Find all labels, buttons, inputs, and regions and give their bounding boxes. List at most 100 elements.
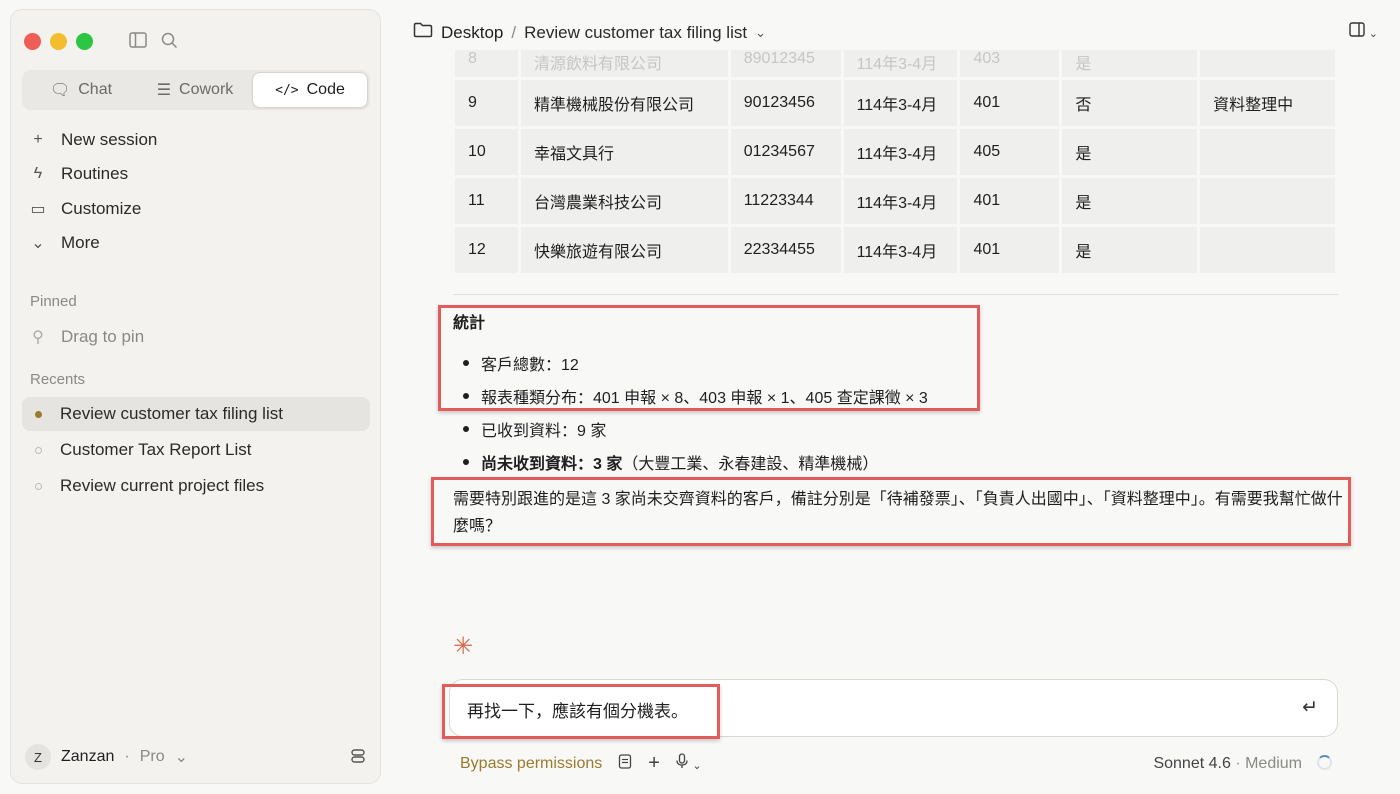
chevron-down-icon: ⌄ bbox=[31, 235, 45, 252]
tab-chat[interactable]: 🗨 Chat bbox=[24, 72, 138, 108]
table-row: 9 精準機械股份有限公司 90123456 114年3-4月 401 否 資料整… bbox=[455, 80, 1336, 126]
routines-button[interactable]: ϟ Routines bbox=[29, 164, 128, 184]
highlight-box bbox=[442, 684, 720, 739]
minimize-window-button[interactable] bbox=[50, 33, 67, 50]
chevron-down-icon: ⌄ bbox=[1368, 28, 1378, 40]
table-cell: 22334455 bbox=[730, 227, 841, 273]
breadcrumb-folder[interactable]: Desktop bbox=[441, 23, 503, 43]
recent-item[interactable]: Review customer tax filing list bbox=[22, 397, 370, 431]
table-cell: 幸福文具行 bbox=[520, 129, 728, 175]
table-cell: 403 bbox=[960, 50, 1060, 77]
model-selector[interactable]: Sonnet 4.6 · Medium bbox=[1153, 755, 1302, 773]
tab-chat-label: Chat bbox=[78, 81, 113, 98]
page-title[interactable]: Review customer tax filing list bbox=[524, 23, 747, 43]
session-dot-icon bbox=[35, 446, 42, 454]
pinned-heading: Pinned bbox=[30, 293, 77, 310]
table-cell: 405 bbox=[960, 129, 1060, 175]
session-dot-icon bbox=[35, 482, 42, 490]
table-cell: 12 bbox=[455, 227, 518, 273]
chat-bubble-icon: 🗨 bbox=[49, 82, 71, 99]
document-icon[interactable] bbox=[618, 753, 632, 774]
sparkle-icon: ✳ bbox=[453, 633, 474, 660]
table-cell: 401 bbox=[960, 227, 1060, 273]
table-cell: 快樂旅遊有限公司 bbox=[520, 227, 728, 273]
sidebar-toggle-icon[interactable] bbox=[129, 32, 147, 53]
highlight-box bbox=[438, 305, 980, 411]
table-cell: 114年3-4月 bbox=[843, 129, 958, 175]
model-name: Sonnet 4.6 bbox=[1153, 755, 1231, 772]
list-item: 尚未收到資料：3 家（大豐工業、永春建設、精準機械） bbox=[453, 445, 928, 478]
briefcase-icon: ▭ bbox=[30, 201, 46, 218]
table-cell: 01234567 bbox=[730, 129, 841, 175]
chevron-down-icon: ⌄ bbox=[174, 749, 189, 766]
table-row: 11 台灣農業科技公司 11223344 114年3-4月 401 是 bbox=[455, 178, 1336, 224]
sidebar: 🗨 Chat ☰ Cowork </> Code + New session ϟ… bbox=[10, 9, 381, 784]
tab-code[interactable]: </> Code bbox=[252, 72, 368, 108]
recent-item-label: Review current project files bbox=[60, 476, 265, 495]
table-cell: 114年3-4月 bbox=[843, 50, 958, 77]
drag-to-pin-area: ⚲ Drag to pin bbox=[29, 327, 144, 347]
tab-cowork-label: Cowork bbox=[179, 81, 234, 98]
list-item-text: （大豐工業、永春建設、精準機械） bbox=[622, 455, 879, 473]
table-cell: 台灣農業科技公司 bbox=[520, 178, 728, 224]
pin-icon: ⚲ bbox=[32, 329, 44, 346]
data-table: 8 清源飲料有限公司 89012345 114年3-4月 403 是 9 精準機… bbox=[455, 50, 1336, 276]
table-cell: 清源飲料有限公司 bbox=[520, 50, 728, 77]
chevron-down-icon: ⌄ bbox=[692, 760, 702, 772]
table-cell: 401 bbox=[960, 178, 1060, 224]
table-cell: 11 bbox=[455, 178, 518, 224]
table-cell: 114年3-4月 bbox=[843, 80, 958, 126]
list-item: 已收到資料：9 家 bbox=[453, 412, 928, 445]
drag-to-pin-label: Drag to pin bbox=[61, 327, 145, 346]
chevron-down-icon[interactable]: ⌄ bbox=[755, 25, 766, 41]
recent-item-label: Customer Tax Report List bbox=[60, 440, 252, 459]
new-session-button[interactable]: + New session bbox=[29, 130, 157, 150]
highlight-box bbox=[431, 477, 1351, 546]
checklist-icon: ☰ bbox=[156, 82, 172, 99]
table-cell: 114年3-4月 bbox=[843, 227, 958, 273]
settings-panel-icon[interactable] bbox=[350, 748, 366, 769]
customize-button[interactable]: ▭ Customize bbox=[29, 199, 141, 219]
bypass-permissions-button[interactable]: Bypass permissions bbox=[460, 755, 602, 773]
active-session-dot-icon bbox=[35, 410, 42, 418]
table-cell: 10 bbox=[455, 129, 518, 175]
list-item-text: 已收到資料：9 家 bbox=[481, 422, 607, 440]
plan-separator: · bbox=[124, 748, 130, 765]
model-effort: Medium bbox=[1245, 755, 1302, 772]
list-item-bold-text: 尚未收到資料：3 家 bbox=[481, 455, 623, 473]
recent-item[interactable]: Review current project files bbox=[22, 469, 370, 503]
user-plan: Pro bbox=[139, 748, 165, 765]
enter-icon[interactable]: ↵ bbox=[1302, 696, 1318, 719]
table-cell: 是 bbox=[1062, 178, 1198, 224]
plus-icon[interactable]: + bbox=[648, 752, 660, 775]
avatar: Z bbox=[25, 744, 51, 770]
search-icon[interactable] bbox=[161, 32, 178, 54]
table-cell: 114年3-4月 bbox=[843, 178, 958, 224]
folder-icon bbox=[413, 22, 433, 43]
table-row: 8 清源飲料有限公司 89012345 114年3-4月 403 是 bbox=[455, 50, 1336, 77]
table-cell bbox=[1200, 178, 1336, 224]
divider bbox=[453, 294, 1338, 295]
microphone-icon[interactable]: ⌄ bbox=[676, 753, 702, 774]
table-cell: 11223344 bbox=[730, 178, 841, 224]
user-menu[interactable]: Z Zanzan · Pro ⌄ bbox=[25, 744, 188, 770]
routines-label: Routines bbox=[61, 164, 129, 183]
lightning-icon: ϟ bbox=[33, 165, 43, 182]
table-cell: 9 bbox=[455, 80, 518, 126]
recent-item[interactable]: Customer Tax Report List bbox=[22, 433, 370, 467]
table-row: 10 幸福文具行 01234567 114年3-4月 405 是 bbox=[455, 129, 1336, 175]
table-cell: 89012345 bbox=[730, 50, 841, 77]
more-button[interactable]: ⌄ More bbox=[29, 233, 99, 253]
tab-cowork[interactable]: ☰ Cowork bbox=[138, 72, 252, 108]
layout-toggle-button[interactable]: ⌄ bbox=[1348, 22, 1378, 41]
window-controls bbox=[24, 33, 93, 50]
close-window-button[interactable] bbox=[24, 33, 41, 50]
recents-heading: Recents bbox=[30, 371, 86, 388]
maximize-window-button[interactable] bbox=[76, 33, 93, 50]
code-icon: </> bbox=[275, 82, 299, 98]
table-cell bbox=[1200, 129, 1336, 175]
customize-label: Customize bbox=[61, 199, 142, 218]
breadcrumb-separator: / bbox=[511, 22, 517, 42]
table-cell: 是 bbox=[1062, 50, 1198, 77]
table-cell: 90123456 bbox=[730, 80, 841, 126]
